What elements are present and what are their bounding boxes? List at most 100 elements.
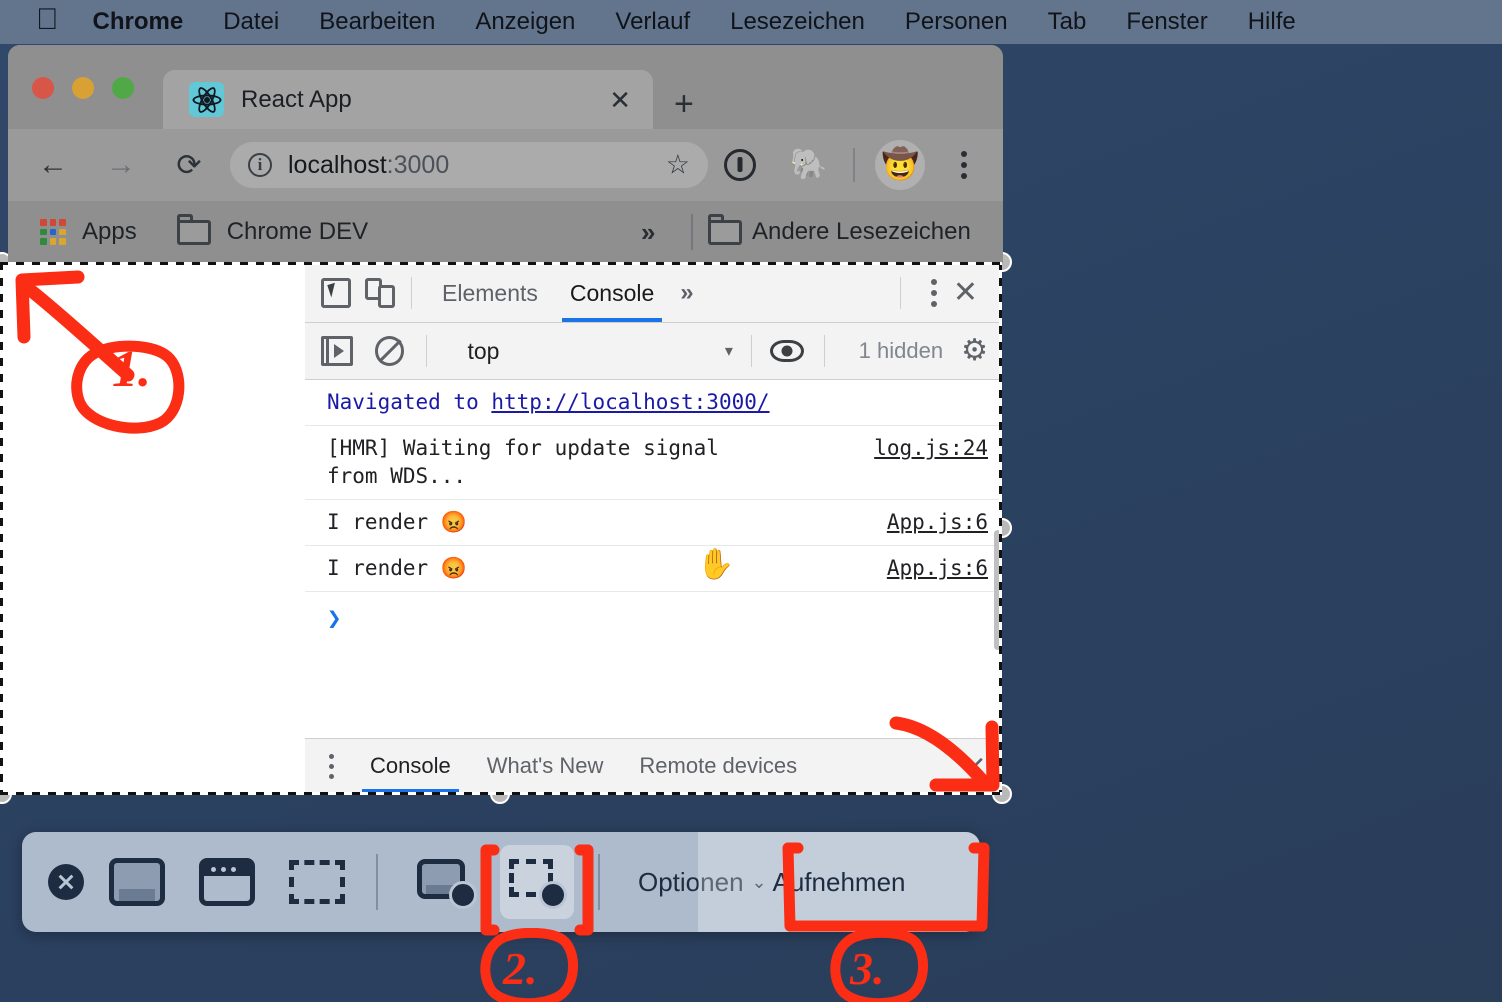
window-traffic-lights <box>32 77 134 99</box>
drawer-menu-icon[interactable] <box>305 753 352 779</box>
info-circle-icon[interactable]: i <box>248 153 272 177</box>
drawer-tab-console[interactable]: Console <box>352 739 469 793</box>
close-icon[interactable]: ✕ <box>609 87 631 113</box>
hidden-messages-count[interactable]: 1 hidden <box>859 338 943 364</box>
address-bar[interactable]: i localhost:3000 ☆ <box>230 142 708 188</box>
record-selected-portion-button[interactable] <box>500 845 574 919</box>
console-prompt[interactable]: ❯ <box>305 592 1002 644</box>
browser-toolbar: ← → ⟳ i localhost:3000 ☆ 🐘 🤠 <box>8 129 1003 201</box>
devtools-menu-icon[interactable] <box>915 279 953 307</box>
bookmarks-overflow-icon[interactable]: » <box>641 217 655 248</box>
live-expression-icon[interactable] <box>769 340 804 362</box>
divider <box>899 277 901 309</box>
capture-selected-window-button[interactable] <box>190 845 264 919</box>
console-output[interactable]: Navigated to http://localhost:3000/ [HMR… <box>305 380 1002 738</box>
navigated-link[interactable]: http://localhost:3000/ <box>491 390 769 414</box>
maximize-window-button[interactable] <box>112 77 134 99</box>
devtools-tab-bar: Elements Console » ✕ <box>305 264 1002 323</box>
drawer-tab-whats-new[interactable]: What's New <box>469 739 622 793</box>
divider <box>426 335 428 367</box>
menu-item-verlauf[interactable]: Verlauf <box>615 8 690 36</box>
menu-item-personen[interactable]: Personen <box>905 8 1008 36</box>
new-tab-button[interactable]: + <box>674 87 694 121</box>
console-row-hmr: [HMR] Waiting for update signal from WDS… <box>305 426 1002 500</box>
console-sidebar-icon[interactable] <box>321 336 353 366</box>
console-message: Navigated to http://localhost:3000/ <box>327 390 770 414</box>
clear-console-icon[interactable] <box>374 336 405 366</box>
minimize-window-button[interactable] <box>72 77 94 99</box>
context-selector-value: top <box>467 337 500 364</box>
screen:  Chrome Datei Bearbeiten Anzeigen Verla… <box>0 0 1502 1002</box>
more-tabs-icon[interactable]: » <box>670 279 703 307</box>
inspect-element-icon[interactable] <box>321 278 351 308</box>
address-bar-value: localhost:3000 <box>288 151 449 180</box>
1password-icon[interactable] <box>724 149 756 181</box>
menu-item-hilfe[interactable]: Hilfe <box>1248 8 1296 36</box>
apple-logo-icon[interactable]:  <box>36 5 59 35</box>
menu-item-bearbeiten[interactable]: Bearbeiten <box>319 8 435 36</box>
bookmarks-divider <box>691 214 693 250</box>
devtools-panel: Elements Console » ✕ top ▾ 1 hidden ⚙ Na… <box>305 264 1002 793</box>
divider <box>376 854 378 910</box>
record-entire-screen-button[interactable] <box>408 845 482 919</box>
close-capture-icon[interactable] <box>48 864 84 900</box>
drawer-tab-remote-devices[interactable]: Remote devices <box>621 739 815 793</box>
divider <box>411 277 412 309</box>
divider <box>598 854 600 910</box>
bookmark-star-icon[interactable]: ☆ <box>666 151 690 179</box>
close-window-button[interactable] <box>32 77 54 99</box>
chevron-down-icon: ▾ <box>724 343 733 360</box>
record-screen-icon <box>417 859 477 909</box>
menu-item-lesezeichen[interactable]: Lesezeichen <box>730 8 865 36</box>
tab-strip: React App ✕ + <box>8 45 1003 129</box>
console-row-navigated: Navigated to http://localhost:3000/ <box>305 380 1002 427</box>
gear-icon[interactable]: ⚙ <box>961 336 988 366</box>
bookmarks-bar: Apps Chrome DEV » Andere Lesezeichen <box>8 201 1003 263</box>
avatar[interactable]: 🤠 <box>875 140 926 190</box>
close-drawer-icon[interactable]: ✕ <box>964 753 986 779</box>
console-scrollbar[interactable] <box>993 380 1002 738</box>
bookmark-other-label[interactable]: Andere Lesezeichen <box>752 218 971 246</box>
chrome-menu-icon[interactable] <box>949 151 979 179</box>
capture-entire-screen-button[interactable] <box>100 845 174 919</box>
menu-item-chrome[interactable]: Chrome <box>93 8 184 36</box>
console-message: I render 😡 <box>327 556 467 581</box>
close-devtools-icon[interactable]: ✕ <box>953 278 992 308</box>
forward-icon[interactable]: → <box>98 142 144 188</box>
bookmark-chrome-dev[interactable]: Chrome DEV <box>227 218 368 246</box>
menu-item-fenster[interactable]: Fenster <box>1126 8 1207 36</box>
tab-console[interactable]: Console <box>554 264 670 322</box>
toolbar-divider <box>853 148 856 182</box>
menu-item-datei[interactable]: Datei <box>223 8 279 36</box>
console-source-link[interactable]: App.js:6 <box>887 509 988 536</box>
annotation-marker-3: 3. <box>850 943 885 994</box>
menu-item-anzeigen[interactable]: Anzeigen <box>475 8 575 36</box>
back-icon[interactable]: ← <box>30 142 76 188</box>
screenshot-toolbar: Optionen ⌄ Aufnehmen <box>22 832 980 932</box>
divider <box>750 335 752 367</box>
browser-tab-react-app[interactable]: React App ✕ <box>163 70 653 129</box>
entire-screen-icon <box>109 858 165 906</box>
evernote-icon[interactable]: 🐘 <box>790 150 827 180</box>
tab-elements[interactable]: Elements <box>426 264 554 322</box>
window-icon <box>199 858 255 906</box>
devtools-tabbar-right: ✕ <box>886 277 992 309</box>
tab-title: React App <box>241 85 352 113</box>
console-filter-bar: top ▾ 1 hidden ⚙ <box>305 323 1002 380</box>
apps-grid-icon[interactable] <box>40 219 66 245</box>
bookmark-apps-label[interactable]: Apps <box>82 218 137 246</box>
capture-button[interactable]: Aufnehmen <box>698 832 980 932</box>
divider <box>823 335 825 367</box>
chrome-browser-window: React App ✕ + ← → ⟳ i localhost:3000 ☆ 🐘… <box>8 45 1003 263</box>
console-row-render-2: I render 😡 App.js:6 <box>305 546 1002 593</box>
console-source-link[interactable]: log.js:24 <box>874 435 988 462</box>
device-toolbar-icon[interactable] <box>365 278 397 308</box>
capture-selected-portion-button[interactable] <box>280 845 354 919</box>
context-selector[interactable]: top ▾ <box>467 338 744 365</box>
annotation-marker-1: 1. <box>112 341 151 398</box>
console-row-render-1: I render 😡 App.js:6 <box>305 500 1002 547</box>
annotation-marker-2: 2. <box>503 943 538 994</box>
menu-item-tab[interactable]: Tab <box>1048 8 1087 36</box>
reload-icon[interactable]: ⟳ <box>166 142 212 188</box>
console-source-link[interactable]: App.js:6 <box>887 555 988 582</box>
